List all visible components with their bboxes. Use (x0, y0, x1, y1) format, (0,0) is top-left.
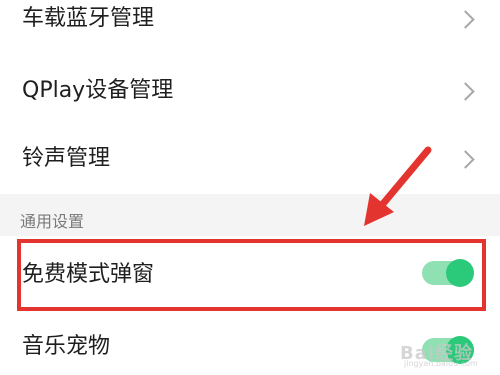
settings-item-free-mode-popup: 免费模式弹窗 (0, 236, 500, 318)
settings-item-label: QPlay设备管理 (22, 78, 174, 103)
settings-item-ringtone[interactable]: 铃声管理 (0, 126, 500, 194)
music-pet-toggle[interactable] (422, 336, 474, 364)
toggle-knob (446, 336, 474, 364)
chevron-right-icon (456, 82, 475, 101)
settings-item-label: 车载蓝牙管理 (22, 6, 155, 31)
settings-item-car-bluetooth[interactable]: 车载蓝牙管理 (0, 0, 500, 48)
free-mode-popup-toggle[interactable] (422, 259, 474, 287)
settings-item-label: 音乐宠物 (22, 334, 111, 359)
section-header-general: 通用设置 (0, 194, 500, 236)
settings-item-label: 免费模式弹窗 (22, 262, 155, 287)
settings-item-music-pet: 音乐宠物 (0, 318, 500, 375)
chevron-right-icon (456, 150, 475, 169)
chevron-right-icon (456, 10, 475, 29)
section-title: 通用设置 (20, 212, 85, 231)
settings-item-qplay-devices[interactable]: QPlay设备管理 (0, 56, 500, 126)
settings-page: 车载蓝牙管理 QPlay设备管理 铃声管理 通用设置 免费模式弹窗 音乐宠物 B… (0, 0, 500, 375)
settings-item-label: 铃声管理 (22, 146, 111, 171)
toggle-knob (446, 259, 474, 287)
